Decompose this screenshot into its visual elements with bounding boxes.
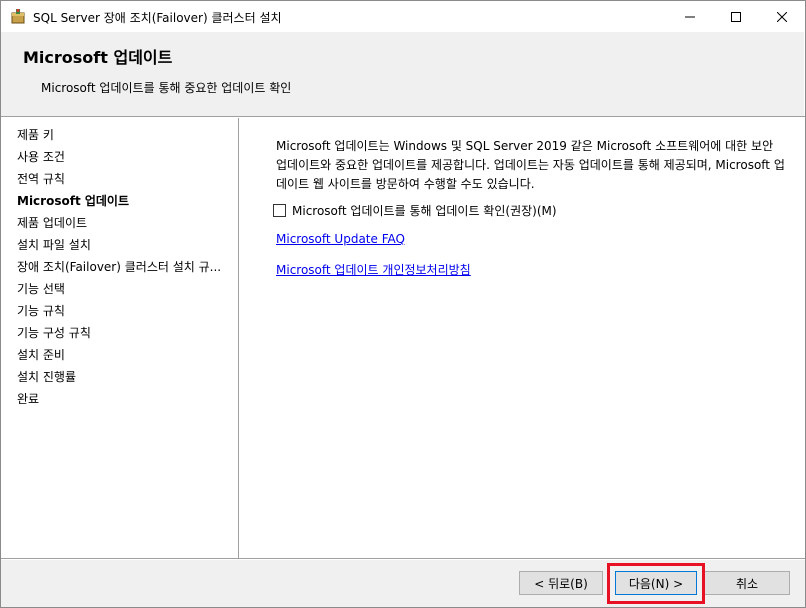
main-content: Microsoft 업데이트는 Windows 및 SQL Server 201… xyxy=(240,118,805,558)
sidebar-item-microsoft-update[interactable]: Microsoft 업데이트 xyxy=(17,194,129,208)
close-button[interactable] xyxy=(759,1,805,32)
back-button[interactable]: < 뒤로(B) xyxy=(519,571,603,595)
sidebar-item-product-updates[interactable]: 제품 업데이트 xyxy=(17,216,87,230)
sidebar-item-feature-config-rules[interactable]: 기능 구성 규칙 xyxy=(17,326,91,340)
sidebar-item-global-rules[interactable]: 전역 규칙 xyxy=(17,172,65,186)
sidebar-item-feature-rules[interactable]: 기능 규칙 xyxy=(17,304,65,318)
body-area: 제품 키 사용 조건 전역 규칙 Microsoft 업데이트 제품 업데이트 … xyxy=(1,118,805,558)
steps-sidebar: 제품 키 사용 조건 전역 규칙 Microsoft 업데이트 제품 업데이트 … xyxy=(1,118,238,558)
sidebar-item-feature-selection[interactable]: 기능 선택 xyxy=(17,282,65,296)
sidebar-item-installation-progress[interactable]: 설치 진행률 xyxy=(17,370,76,384)
sidebar-item-ready-to-install[interactable]: 설치 준비 xyxy=(17,348,65,362)
next-button-highlight-box xyxy=(607,563,705,604)
title-bar[interactable]: SQL Server 장애 조치(Failover) 클러스터 설치 xyxy=(1,1,805,32)
sidebar-item-install-setup-files[interactable]: 설치 파일 설치 xyxy=(17,238,91,252)
footer-bar: < 뒤로(B) 다음(N) > 취소 xyxy=(1,560,805,607)
sql-setup-box-icon xyxy=(10,8,26,24)
header-panel: Microsoft 업데이트 Microsoft 업데이트를 통해 중요한 업데… xyxy=(1,32,804,116)
cancel-button[interactable]: 취소 xyxy=(704,571,790,595)
update-check-row[interactable]: Microsoft 업데이트를 통해 업데이트 확인(권장)(M) xyxy=(273,202,557,219)
minimize-button[interactable] xyxy=(667,1,713,32)
privacy-statement-link[interactable]: Microsoft 업데이트 개인정보처리방침 xyxy=(276,261,471,278)
page-title: Microsoft 업데이트 xyxy=(23,48,173,67)
update-description: Microsoft 업데이트는 Windows 및 SQL Server 201… xyxy=(276,139,785,191)
sidebar-item-product-key[interactable]: 제품 키 xyxy=(17,128,54,142)
sidebar-item-complete[interactable]: 완료 xyxy=(17,392,39,406)
microsoft-update-faq-link[interactable]: Microsoft Update FAQ xyxy=(276,232,405,246)
sidebar-item-failover-cluster-rules[interactable]: 장애 조치(Failover) 클러스터 설치 규... xyxy=(17,260,221,274)
window-title: SQL Server 장애 조치(Failover) 클러스터 설치 xyxy=(33,11,282,25)
update-checkbox[interactable] xyxy=(273,204,286,217)
installer-window: SQL Server 장애 조치(Failover) 클러스터 설치 Micro… xyxy=(0,0,806,608)
page-subtitle: Microsoft 업데이트를 통해 중요한 업데이트 확인 xyxy=(41,81,292,95)
maximize-button[interactable] xyxy=(713,1,759,32)
update-checkbox-label[interactable]: Microsoft 업데이트를 통해 업데이트 확인(권장)(M) xyxy=(292,202,557,219)
page-header: Microsoft 업데이트 Microsoft 업데이트를 통해 중요한 업데… xyxy=(1,32,805,116)
sidebar-item-license-terms[interactable]: 사용 조건 xyxy=(17,150,65,164)
